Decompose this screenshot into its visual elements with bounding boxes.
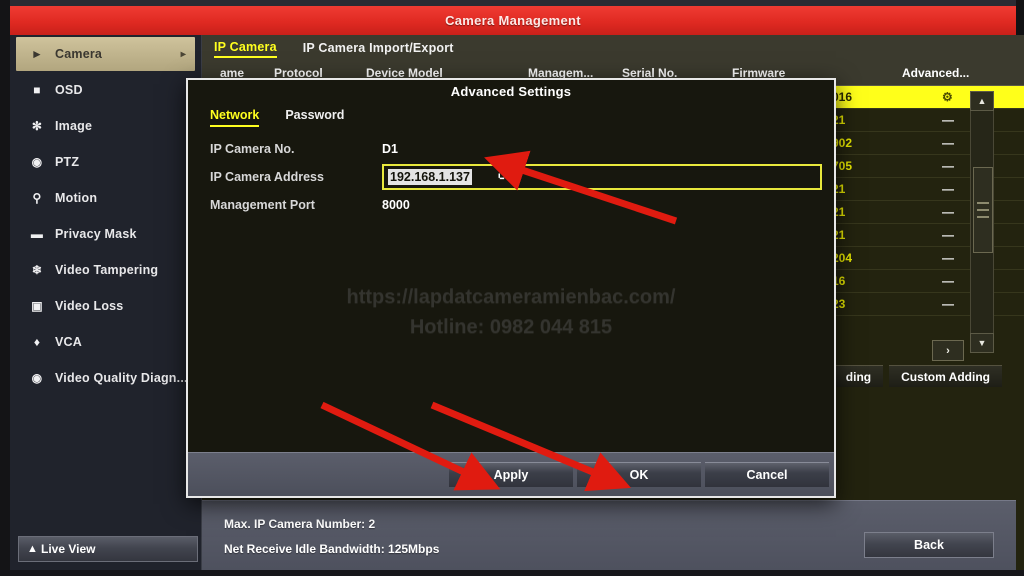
monitor-bezel-bottom: [0, 570, 1024, 576]
one-touch-adding-button[interactable]: ding: [833, 365, 884, 387]
chevron-down-icon[interactable]: ▼: [970, 333, 994, 353]
cell-advanced[interactable]: ⚙: [942, 90, 953, 104]
page-title: Camera Management: [445, 13, 581, 28]
dialog-tab-bar: Network Password: [210, 108, 344, 127]
sidebar-item-image[interactable]: ✻ Image: [16, 109, 195, 143]
sidebar-item-label: Video Tampering: [55, 263, 159, 277]
sidebar-item-label: PTZ: [55, 155, 80, 169]
scrollbar-track[interactable]: [970, 111, 994, 333]
monitor-bezel-left: [0, 0, 10, 576]
sidebar-item-label: VCA: [55, 335, 82, 349]
status-net-bandwidth: Net Receive Idle Bandwidth: 125Mbps: [224, 542, 440, 556]
chevron-up-icon[interactable]: ▲: [970, 91, 994, 111]
sidebar-item-label: Image: [55, 119, 93, 133]
sidebar-item-ptz[interactable]: ◉ PTZ: [16, 145, 195, 179]
tab-ip-camera-import-export[interactable]: IP Camera Import/Export: [303, 41, 454, 57]
sidebar-item-label: Motion: [55, 191, 98, 205]
sidebar-item-camera[interactable]: ► Camera ▸: [16, 37, 195, 71]
column-header-advanced[interactable]: Advanced...: [902, 66, 969, 80]
privacy-mask-icon: ▬: [30, 227, 44, 241]
sidebar: ► Camera ▸ ■ OSD ✻ Image ◉ PTZ ⚲ Motion: [10, 35, 202, 570]
scrollbar-thumb[interactable]: [973, 167, 993, 253]
motion-icon: ⚲: [32, 191, 42, 205]
ip-camera-address-input[interactable]: 192.168.1.137 ⌎: [382, 164, 822, 190]
dialog-tab-password[interactable]: Password: [285, 108, 344, 127]
ok-button[interactable]: OK: [577, 462, 701, 487]
sidebar-item-video-quality-diagnostics[interactable]: ◉ Video Quality Diagn...: [16, 361, 195, 395]
cell-advanced[interactable]: —: [942, 297, 954, 311]
home-icon: ▲: [27, 543, 38, 555]
label-ip-camera-address: IP Camera Address: [210, 170, 324, 184]
status-bar: Max. IP Camera Number: 2 Net Receive Idl…: [202, 500, 1016, 570]
field-row-ip-camera-no: IP Camera No. D1: [210, 136, 830, 162]
sidebar-item-label: Privacy Mask: [55, 227, 137, 241]
ptz-icon: ◉: [31, 155, 43, 169]
field-row-management-port: Management Port 8000: [210, 192, 830, 218]
video-quality-icon: ◉: [31, 371, 43, 385]
sidebar-item-vca[interactable]: ♦ VCA: [16, 325, 195, 359]
back-button[interactable]: Back: [864, 532, 994, 558]
tab-bar: IP Camera IP Camera Import/Export: [202, 35, 1024, 62]
cell-advanced[interactable]: —: [942, 205, 954, 219]
custom-adding-button[interactable]: Custom Adding: [889, 365, 1002, 387]
ip-camera-address-value: 192.168.1.137: [388, 169, 472, 185]
cell-advanced[interactable]: —: [942, 274, 954, 288]
sidebar-item-label: Video Loss: [55, 299, 124, 313]
window-title-bar: Camera Management: [10, 6, 1016, 35]
text-cursor-icon: ⌎: [494, 170, 505, 185]
value-management-port: 8000: [382, 198, 410, 212]
camera-icon: ►: [30, 47, 44, 61]
apply-button[interactable]: Apply: [449, 462, 573, 487]
live-view-label: Live View: [41, 542, 96, 556]
sidebar-item-label: Camera: [55, 47, 103, 61]
sidebar-item-label: OSD: [55, 83, 83, 97]
label-ip-camera-no: IP Camera No.: [210, 142, 295, 156]
vca-icon: ♦: [33, 335, 41, 349]
dialog-title: Advanced Settings: [450, 84, 572, 99]
sidebar-item-osd[interactable]: ■ OSD: [16, 73, 195, 107]
nvr-screen: Camera Management ► Camera ▸ ■ OSD ✻ Ima…: [0, 0, 1024, 576]
video-loss-icon: ▣: [31, 299, 43, 313]
live-view-button[interactable]: ▲ Live View: [18, 536, 198, 562]
dialog-tab-network[interactable]: Network: [210, 108, 260, 127]
label-management-port: Management Port: [210, 198, 315, 212]
status-max-ip-camera: Max. IP Camera Number: 2: [224, 517, 376, 531]
field-row-ip-camera-address: IP Camera Address 192.168.1.137 ⌎: [210, 164, 830, 190]
cell-advanced[interactable]: —: [942, 136, 954, 150]
dialog-footer: Apply OK Cancel: [188, 452, 834, 496]
sidebar-item-label: Video Quality Diagn...: [55, 371, 188, 385]
video-tampering-icon: ❄: [31, 263, 43, 277]
adding-buttons: ding Custom Adding: [833, 365, 1002, 387]
image-icon: ✻: [31, 119, 43, 133]
cell-advanced[interactable]: —: [942, 113, 954, 127]
advanced-settings-dialog: Advanced Settings Network Password IP Ca…: [186, 78, 836, 498]
cancel-button[interactable]: Cancel: [705, 462, 829, 487]
sidebar-item-privacy-mask[interactable]: ▬ Privacy Mask: [16, 217, 195, 251]
cell-advanced[interactable]: —: [942, 228, 954, 242]
table-scrollbar[interactable]: ▲ ▼: [970, 91, 994, 353]
cell-advanced[interactable]: —: [942, 251, 954, 265]
cell-advanced[interactable]: —: [942, 182, 954, 196]
osd-icon: ■: [33, 83, 41, 97]
next-page-button[interactable]: ›: [932, 340, 964, 361]
tab-ip-camera[interactable]: IP Camera: [214, 40, 277, 58]
cell-advanced[interactable]: —: [942, 159, 954, 173]
value-ip-camera-no: D1: [382, 142, 398, 156]
sidebar-item-video-loss[interactable]: ▣ Video Loss: [16, 289, 195, 323]
chevron-right-icon: ▸: [180, 48, 186, 60]
sidebar-item-video-tampering[interactable]: ❄ Video Tampering: [16, 253, 195, 287]
sidebar-item-motion[interactable]: ⚲ Motion: [16, 181, 195, 215]
